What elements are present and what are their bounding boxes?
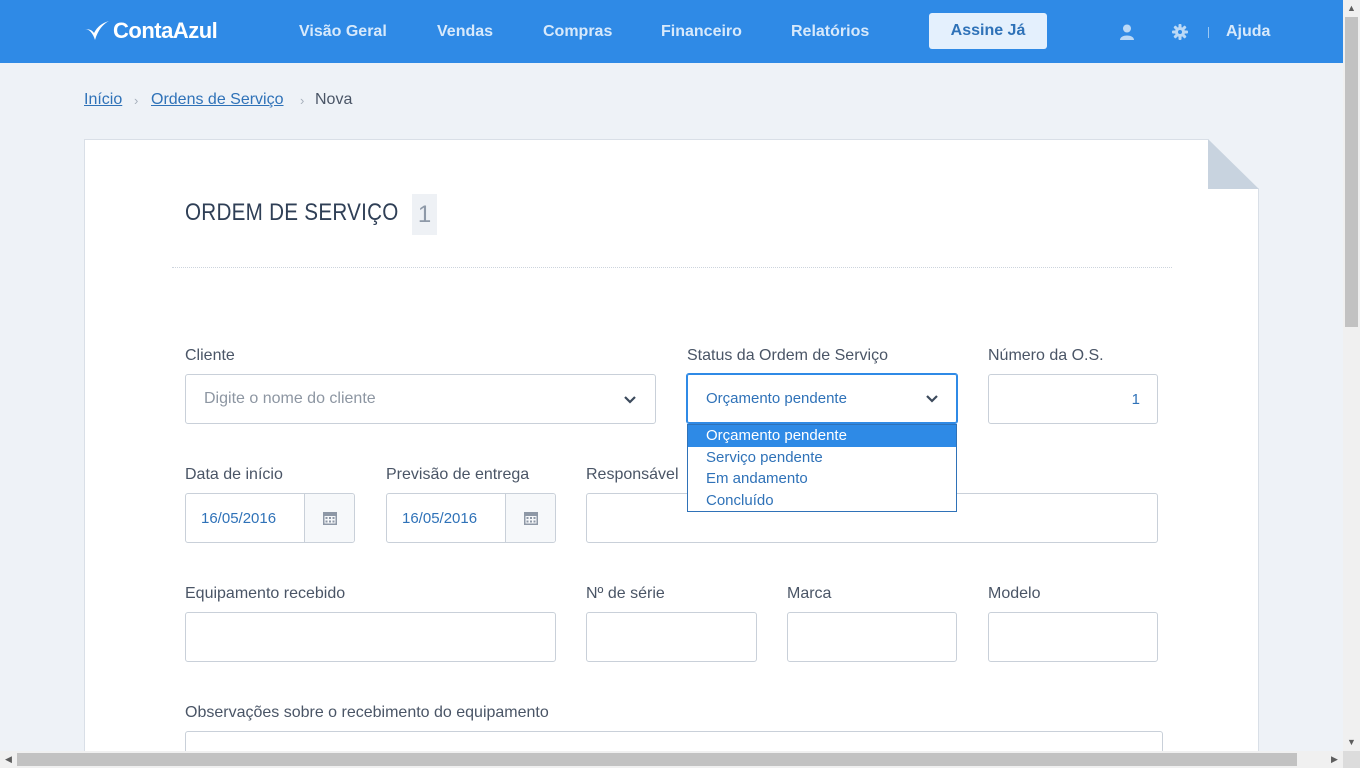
serial-label: Nº de série [586,585,665,602]
responsible-label: Responsável [586,466,679,483]
breadcrumb-separator-icon: › [300,93,305,108]
delivery-date-calendar-button[interactable] [505,494,555,542]
delivery-date-value: 16/05/2016 [402,510,478,527]
brand-input[interactable] [787,612,957,662]
nav-vendas[interactable]: Vendas [437,0,493,63]
delivery-date-label: Previsão de entrega [386,466,530,483]
notes-label: Observações sobre o recebimento do equip… [185,704,549,721]
status-value: Orçamento pendente [706,390,847,407]
contaazul-logo[interactable]: ContaAzul [84,18,218,44]
nav-financeiro[interactable]: Financeiro [661,0,742,63]
os-number-input[interactable]: 1 [988,374,1158,424]
start-date-label: Data de início [185,466,283,483]
os-number-value: 1 [1131,391,1140,408]
os-number-badge: 1 [412,194,437,235]
brand-label: Marca [787,585,832,602]
client-placeholder: Digite o nome do cliente [204,390,376,407]
breadcrumb-separator-icon: › [134,93,139,108]
start-date-input[interactable]: 16/05/2016 [185,493,355,543]
scrollbar-corner [1343,751,1360,768]
nav-visao-geral[interactable]: Visão Geral [299,0,387,63]
model-label: Modelo [988,585,1041,602]
calendar-icon [524,512,538,525]
subscribe-button[interactable]: Assine Já [929,13,1047,49]
logo-text: ContaAzul [113,18,218,43]
scroll-up-arrow-icon[interactable]: ▲ [1343,0,1360,17]
delivery-date-input[interactable]: 16/05/2016 [386,493,556,543]
vertical-scroll-thumb[interactable] [1345,17,1358,327]
user-icon[interactable] [1118,23,1136,41]
help-link[interactable]: Ajuda [1226,0,1270,63]
client-select[interactable]: Digite o nome do cliente [185,374,656,424]
serial-input[interactable] [586,612,757,662]
scroll-right-arrow-icon[interactable]: ▶ [1326,751,1343,768]
start-date-value: 16/05/2016 [201,510,277,527]
chevron-down-icon [926,395,938,403]
status-option-concluido[interactable]: Concluído [688,490,956,512]
status-option-orcamento-pendente[interactable]: Orçamento pendente [688,425,956,447]
start-date-calendar-button[interactable] [304,494,354,542]
status-select[interactable]: Orçamento pendente [686,373,958,424]
status-option-em-andamento[interactable]: Em andamento [688,468,956,490]
chevron-down-icon [624,396,636,404]
nav-relatorios[interactable]: Relatórios [791,0,869,63]
status-dropdown-list: Orçamento pendente Serviço pendente Em a… [687,424,957,512]
form-paper [84,139,1259,768]
page-fold-corner [1208,139,1259,189]
breadcrumb-current: Nova [315,91,353,108]
nav-compras[interactable]: Compras [543,0,612,63]
model-input[interactable] [988,612,1158,662]
client-label: Cliente [185,347,235,364]
status-label: Status da Ordem de Serviço [687,347,888,364]
status-option-servico-pendente[interactable]: Serviço pendente [688,447,956,469]
title-divider [172,267,1172,268]
breadcrumb-ordens[interactable]: Ordens de Serviço [151,91,284,109]
scroll-down-arrow-icon[interactable]: ▼ [1343,734,1360,751]
calendar-icon [323,512,337,525]
scroll-left-arrow-icon[interactable]: ◀ [0,751,17,768]
equipment-label: Equipamento recebido [185,585,346,602]
gear-icon[interactable] [1171,23,1189,41]
breadcrumb-home[interactable]: Início [84,91,122,109]
nav-divider [1208,27,1209,38]
horizontal-scroll-thumb[interactable] [17,753,1297,766]
page-title: ORDEM DE SERVIÇO [185,199,399,226]
os-number-label: Número da O.S. [988,347,1104,364]
equipment-input[interactable] [185,612,556,662]
logo-leaf-icon [85,21,109,40]
